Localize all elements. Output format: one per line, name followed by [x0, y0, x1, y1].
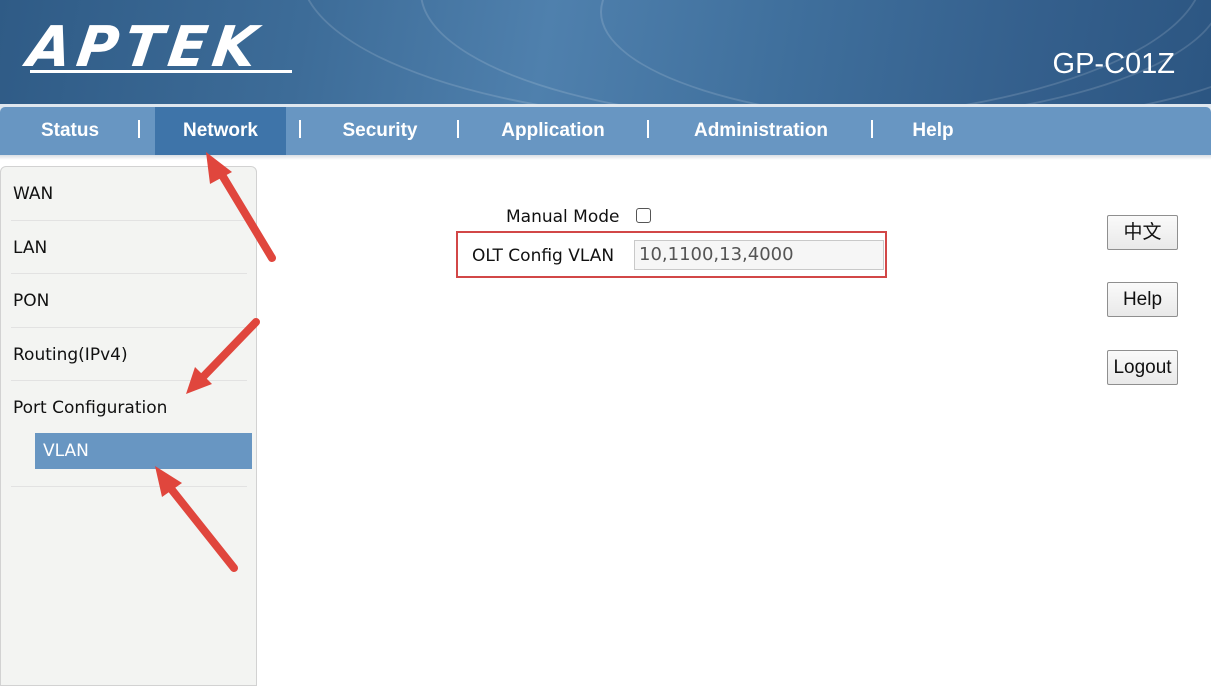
nav-separator	[647, 120, 649, 138]
device-model: GP-C01Z	[1052, 48, 1175, 80]
nav-administration[interactable]: Administration	[670, 107, 852, 155]
logo-underline	[30, 70, 292, 73]
sidebar-divider	[11, 486, 247, 487]
sidebar-routing-ipv4[interactable]: Routing(IPv4)	[13, 345, 245, 365]
nav-help[interactable]: Help	[895, 107, 971, 155]
nav-security[interactable]: Security	[322, 107, 438, 155]
olt-config-vlan-label: OLT Config VLAN	[472, 246, 615, 266]
nav-separator	[138, 120, 140, 138]
language-button[interactable]: 中文	[1107, 215, 1178, 250]
nav-application[interactable]: Application	[480, 107, 626, 155]
manual-mode-checkbox[interactable]	[636, 208, 651, 223]
header-banner: APTEK GP-C01Z	[0, 0, 1211, 104]
sidebar-divider	[11, 327, 247, 328]
sidebar-port-configuration[interactable]: Port Configuration	[13, 398, 245, 418]
olt-config-vlan-input[interactable]: 10,1100,13,4000	[634, 240, 884, 270]
nav-network[interactable]: Network	[155, 107, 286, 155]
sidebar-divider	[11, 380, 247, 381]
sidebar-divider	[11, 273, 247, 274]
help-button[interactable]: Help	[1107, 282, 1178, 317]
nav-separator	[871, 120, 873, 138]
nav-separator	[457, 120, 459, 138]
aptek-logo: APTEK	[23, 15, 267, 80]
nav-shadow	[0, 155, 1211, 160]
sidebar-vlan[interactable]: VLAN	[35, 433, 252, 469]
nav-separator	[299, 120, 301, 138]
top-nav: Status Network Security Application Admi…	[0, 104, 1211, 160]
sidebar-lan[interactable]: LAN	[13, 238, 245, 258]
sidebar: WAN LAN PON Routing(IPv4) Port Configura…	[0, 166, 257, 686]
sidebar-divider	[11, 220, 247, 221]
sidebar-pon[interactable]: PON	[13, 291, 245, 311]
manual-mode-label: Manual Mode	[506, 207, 620, 227]
sidebar-wan[interactable]: WAN	[13, 184, 245, 204]
nav-status[interactable]: Status	[20, 107, 120, 155]
logout-button[interactable]: Logout	[1107, 350, 1178, 385]
